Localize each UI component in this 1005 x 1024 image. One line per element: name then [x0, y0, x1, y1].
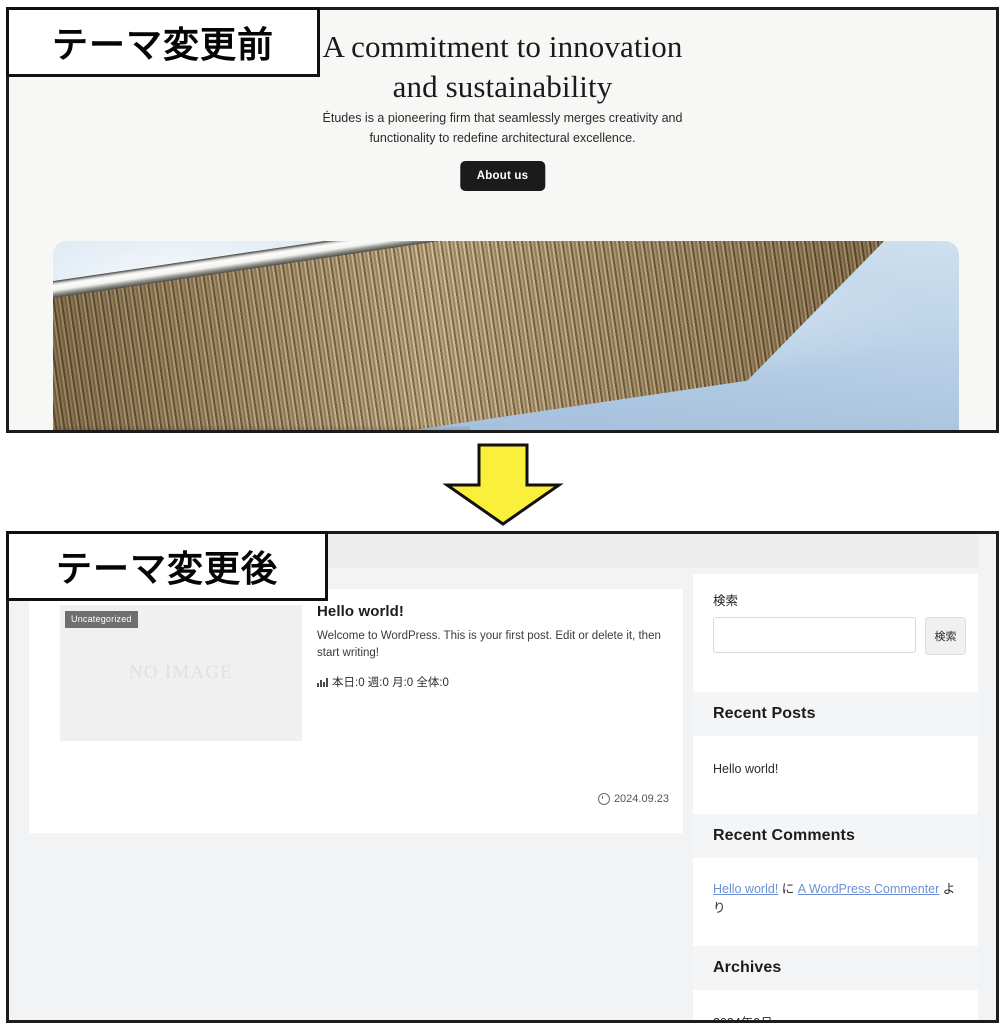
archives-heading: Archives	[693, 946, 982, 990]
hero-photo	[53, 241, 959, 433]
recent-comments-item: Hello world! に A WordPress Commenter より	[693, 858, 982, 919]
widget-recent-posts: Recent Posts Hello world!	[693, 692, 982, 779]
post-body: Hello world! Welcome to WordPress. This …	[317, 603, 662, 690]
sidebar: 検索 検索 Recent Posts Hello world! Recent C…	[693, 574, 982, 1020]
clock-icon	[597, 793, 610, 805]
post-view-stats: 本日:0 週:0 月:0 全体:0	[317, 674, 662, 690]
post-date: 2024.09.23	[597, 793, 669, 805]
comment-particle-ni: に	[781, 882, 795, 896]
down-arrow-icon	[442, 443, 564, 526]
post-date-text: 2024.09.23	[613, 793, 669, 805]
recent-comments-heading: Recent Comments	[693, 814, 982, 858]
hero-subtitle: Études is a pioneering firm that seamles…	[322, 111, 683, 146]
after-theme-panel: NO IMAGE Uncategorized Hello world! Welc…	[6, 531, 999, 1023]
search-row: 検索	[693, 617, 982, 656]
post-excerpt: Welcome to WordPress. This is your first…	[317, 630, 661, 660]
label-after-theme-change: テーマ変更後	[6, 531, 328, 601]
search-submit-button[interactable]: 検索	[925, 617, 966, 656]
recent-posts-item[interactable]: Hello world!	[693, 736, 982, 779]
comment-author-link[interactable]: A WordPress Commenter	[798, 882, 939, 896]
ground-shadow	[53, 425, 470, 430]
comment-post-link[interactable]: Hello world!	[713, 882, 778, 896]
archives-item[interactable]: 2024年9月	[693, 990, 982, 1020]
about-us-button[interactable]: About us	[459, 161, 546, 191]
widget-recent-comments: Recent Comments Hello world! に A WordPre…	[693, 814, 982, 919]
category-badge[interactable]: Uncategorized	[65, 611, 138, 628]
recent-posts-heading: Recent Posts	[693, 692, 982, 736]
search-label: 検索	[713, 594, 739, 608]
down-arrow-wrapper	[441, 441, 565, 527]
roof-structure	[53, 241, 959, 433]
post-view-stats-text: 本日:0 週:0 月:0 全体:0	[332, 676, 449, 689]
widget-search: 検索 検索	[693, 592, 982, 656]
post-card: NO IMAGE Uncategorized Hello world! Welc…	[29, 589, 683, 833]
post-thumbnail[interactable]: NO IMAGE Uncategorized	[60, 605, 302, 741]
widget-archives: Archives 2024年9月	[693, 946, 982, 1020]
search-input[interactable]	[713, 617, 916, 654]
sidebar-right-gutter	[978, 534, 996, 1020]
bar-chart-icon	[317, 677, 328, 687]
post-title[interactable]: Hello world!	[317, 603, 662, 620]
blog-page: NO IMAGE Uncategorized Hello world! Welc…	[9, 534, 996, 1020]
no-image-placeholder: NO IMAGE	[128, 662, 234, 683]
label-before-theme-change: テーマ変更前	[6, 7, 320, 77]
